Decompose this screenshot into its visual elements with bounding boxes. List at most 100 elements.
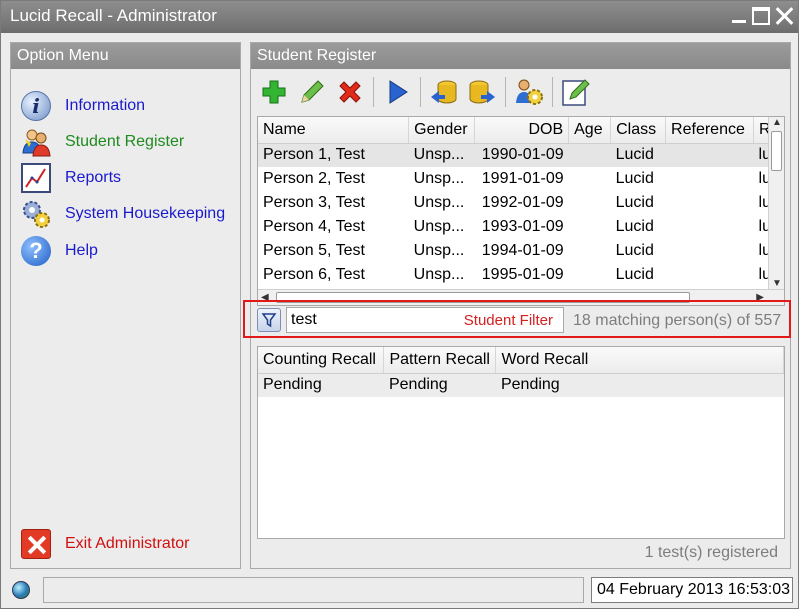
column-header-name[interactable]: Name [258, 117, 410, 144]
filter-icon [261, 313, 277, 328]
column-header-age[interactable]: Age [568, 117, 612, 144]
cell-gender: Unsp... [413, 266, 465, 283]
column-header-pattern-recall[interactable]: Pattern Recall [383, 347, 497, 374]
app-window: Lucid Recall - Administrator Option Menu… [0, 0, 799, 609]
tests-count: 1 test(s) registered [644, 544, 778, 561]
student-filter-input[interactable] [289, 310, 449, 330]
matching-count: 18 matching person(s) of 557 [573, 312, 782, 329]
cell-age [569, 167, 611, 191]
cell-gender: Unsp... [413, 170, 465, 187]
add-icon[interactable] [259, 77, 289, 107]
menu-item-label: System Housekeeping [65, 205, 226, 222]
option-menu-panel: Option Menu i Information Student Regist… [10, 42, 241, 569]
cell-reference [666, 167, 754, 191]
menu-item-information[interactable]: i Information [21, 90, 145, 122]
cell-class: Lucid [615, 170, 654, 187]
toolbar-separator [505, 77, 506, 107]
close-icon[interactable] [775, 7, 793, 25]
cell-name: Person 1, Test [258, 143, 409, 167]
cell-dob: 1992-01-09 [481, 194, 564, 211]
cell-name: Person 6, Test [263, 266, 365, 283]
column-header-class[interactable]: Class [610, 117, 667, 144]
cell-class: Lucid [615, 242, 654, 259]
maximize-icon[interactable] [752, 7, 770, 25]
column-header-word-recall[interactable]: Word Recall [495, 347, 784, 374]
exit-administrator-button[interactable]: Exit Administrator [21, 528, 189, 560]
cell-class: Lucid [615, 218, 654, 235]
table-row[interactable]: Person 5, Test Unsp... 1994-01-09 Lucid … [258, 239, 784, 263]
user-settings-icon[interactable] [514, 77, 544, 107]
cell-class: Lucid [615, 266, 654, 283]
table-row[interactable]: Person 3, Test Unsp... 1992-01-09 Lucid … [258, 191, 784, 215]
cell-age [569, 215, 611, 239]
filter-button[interactable] [257, 308, 281, 332]
tests-table: Counting Recall Pattern Recall Word Reca… [257, 346, 785, 539]
toolbar-separator [552, 77, 553, 107]
cell-dob: 1993-01-09 [481, 218, 564, 235]
column-header-gender[interactable]: Gender [408, 117, 476, 144]
menu-item-label: Information [65, 97, 146, 114]
cell-pattern-recall: Pending [383, 373, 496, 397]
globe-icon [12, 581, 30, 599]
cell-gender: Unsp... [413, 242, 465, 259]
cell-gender: Unsp... [413, 194, 465, 211]
cell-age [568, 143, 611, 167]
minimize-icon[interactable] [730, 7, 748, 25]
column-header-counting-recall[interactable]: Counting Recall [258, 347, 385, 374]
window-title: Lucid Recall - Administrator [10, 6, 217, 25]
edit-icon[interactable] [297, 77, 327, 107]
table-row[interactable]: Person 4, Test Unsp... 1993-01-09 Lucid … [258, 215, 784, 239]
table-row[interactable]: Person 1, Test Unsp... 1990-01-09 Lucid … [258, 143, 784, 167]
table-row[interactable]: Person 6, Test Unsp... 1995-01-09 Lucid … [258, 263, 784, 287]
cell-name: Person 5, Test [263, 242, 365, 259]
datetime: 04 February 2013 16:53:03 [591, 577, 793, 603]
status-message [43, 577, 584, 603]
cell-name: Person 3, Test [263, 194, 365, 211]
info-icon: i [21, 91, 51, 121]
toolbar-separator [373, 77, 374, 107]
scroll-thumb[interactable] [771, 131, 782, 171]
cell-dob: 1990-01-09 [474, 143, 569, 167]
notes-icon[interactable] [561, 77, 591, 107]
cell-dob: 1991-01-09 [481, 170, 564, 187]
cell-dob: 1994-01-09 [481, 242, 564, 259]
student-filter-hint: Student Filter [463, 312, 553, 329]
cell-gender: Unsp... [413, 218, 465, 235]
cell-word-recall: Pending [495, 373, 784, 397]
option-menu-header: Option Menu [11, 43, 240, 69]
play-icon[interactable] [382, 77, 412, 107]
cell-gender: Unsp... [408, 143, 475, 167]
cell-age [569, 191, 611, 215]
export-icon[interactable] [467, 77, 497, 107]
menu-item-reports[interactable]: Reports [21, 162, 121, 194]
cell-name: Person 2, Test [263, 170, 365, 187]
import-icon[interactable] [429, 77, 459, 107]
toolbar [259, 73, 599, 111]
cell-class: Lucid [610, 143, 666, 167]
help-icon: ? [21, 236, 51, 266]
vertical-scrollbar[interactable]: ▲ ▼ [768, 117, 784, 289]
cell-age [569, 263, 611, 287]
gears-icon [21, 199, 51, 229]
table-row[interactable]: Pending Pending Pending [258, 373, 784, 397]
title-bar[interactable]: Lucid Recall - Administrator [1, 1, 798, 33]
exit-label: Exit Administrator [65, 535, 190, 552]
delete-icon[interactable] [335, 77, 365, 107]
column-header-dob[interactable]: DOB [474, 117, 570, 144]
menu-item-system-housekeeping[interactable]: System Housekeeping [21, 198, 225, 230]
scroll-down-icon[interactable]: ▼ [772, 278, 782, 289]
student-filter-field[interactable]: Student Filter [286, 307, 564, 333]
menu-item-student-register[interactable]: Student Register [21, 126, 184, 158]
cell-reference [666, 263, 754, 287]
cell-reference [665, 143, 754, 167]
cell-class: Lucid [615, 194, 654, 211]
menu-item-help[interactable]: ? Help [21, 235, 98, 267]
menu-item-label: Reports [65, 169, 122, 186]
student-register-header: Student Register [251, 43, 790, 69]
cell-counting-recall: Pending [258, 373, 384, 397]
column-header-reference[interactable]: Reference [665, 117, 755, 144]
cell-reference [666, 191, 754, 215]
scroll-up-icon[interactable]: ▲ [772, 117, 782, 128]
student-table: Name Gender DOB Age Class Reference R Pe… [257, 116, 785, 306]
table-row[interactable]: Person 2, Test Unsp... 1991-01-09 Lucid … [258, 167, 784, 191]
